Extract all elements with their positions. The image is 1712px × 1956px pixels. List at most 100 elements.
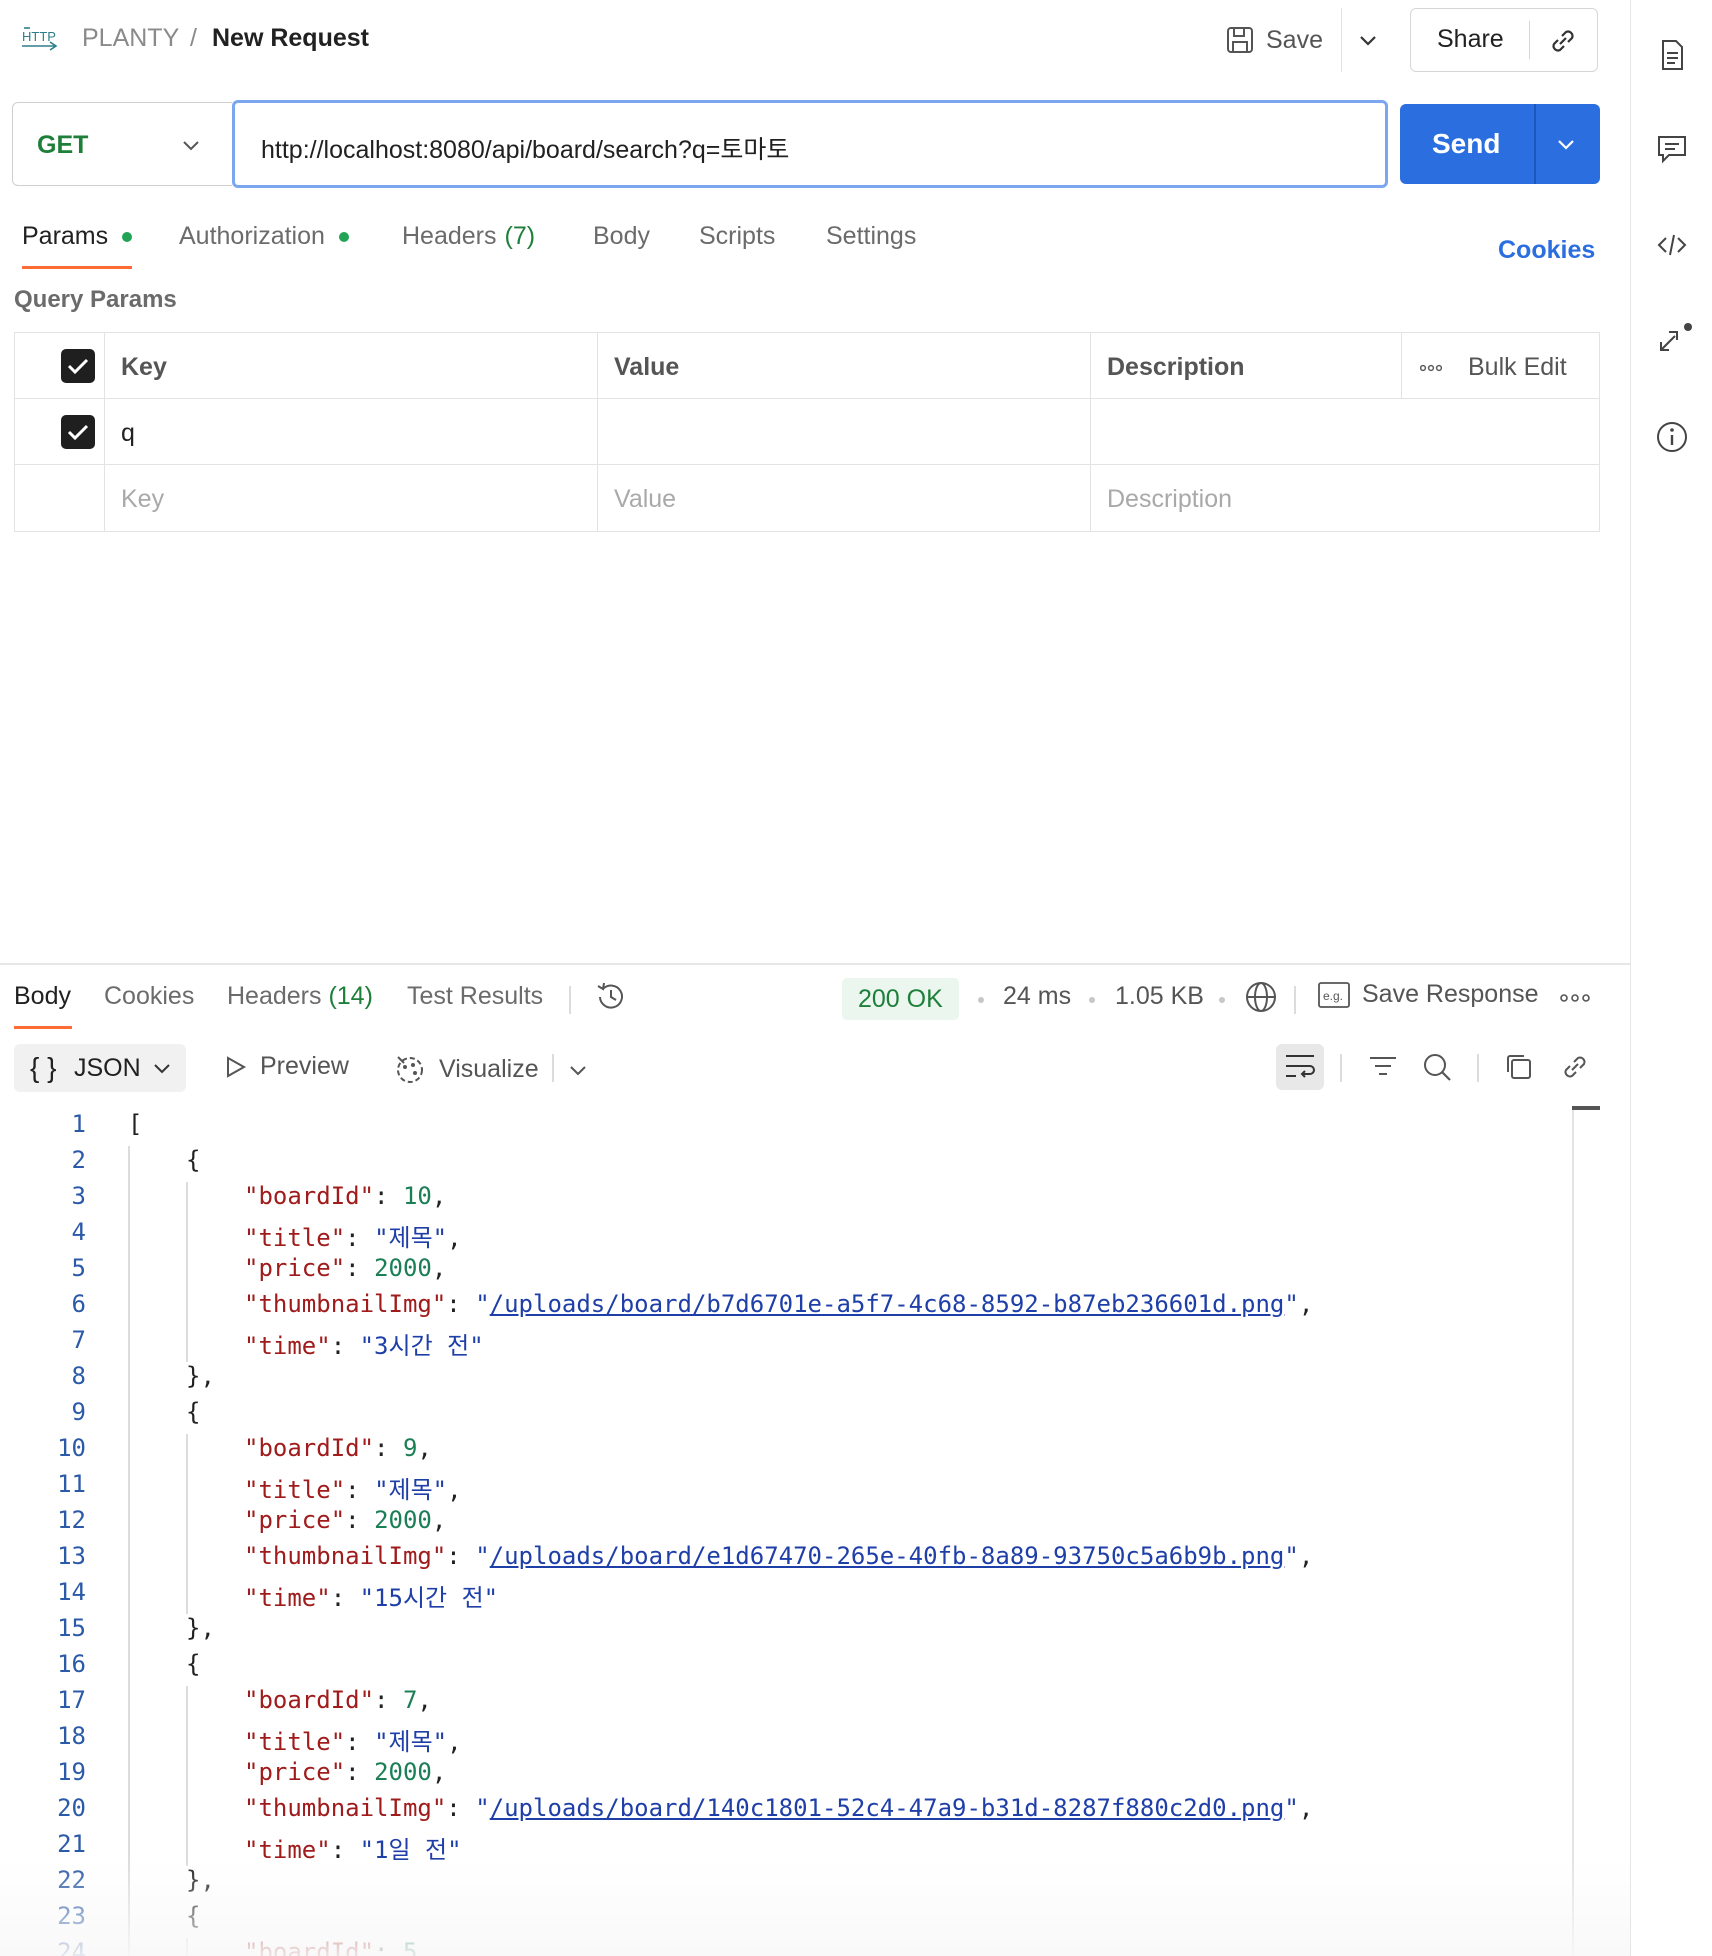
tab-headers[interactable]: Headers (7): [402, 222, 535, 251]
json-punctuation: },: [186, 1362, 215, 1390]
json-string: "제목": [374, 1224, 448, 1252]
status-badge[interactable]: 200 OK: [842, 978, 959, 1020]
param-key: q: [121, 419, 135, 447]
line-number: 17: [57, 1686, 86, 1714]
response-size[interactable]: 1.05 KB: [1115, 982, 1204, 1011]
tab-scripts-label: Scripts: [699, 222, 776, 250]
select-all-cell: [15, 333, 105, 399]
save-button[interactable]: Save: [1226, 18, 1323, 62]
json-string: "제목": [374, 1728, 448, 1756]
history-icon[interactable]: [594, 980, 628, 1014]
line-number: 13: [57, 1542, 86, 1570]
response-tab-headers[interactable]: Headers (14): [227, 982, 373, 1011]
json-link[interactable]: /uploads/board/b7d6701e-a5f7-4c68-8592-b…: [490, 1290, 1285, 1318]
documentation-icon[interactable]: [1655, 38, 1689, 72]
chevron-down-icon[interactable]: [566, 1058, 590, 1082]
visualize-button[interactable]: Visualize: [393, 1052, 539, 1086]
breadcrumb-separator: /: [190, 24, 197, 52]
json-punctuation: ,: [431, 1758, 447, 1786]
json-punctuation: ,: [417, 1938, 432, 1956]
response-tab-test-results[interactable]: Test Results: [407, 982, 543, 1011]
method-select[interactable]: GET: [12, 102, 232, 186]
chevron-down-icon[interactable]: [1554, 132, 1578, 156]
json-punctuation: ,: [431, 1254, 447, 1282]
code-snippet-icon[interactable]: [1655, 228, 1689, 262]
tab-params-label: Params: [22, 222, 109, 250]
send-button[interactable]: Send: [1400, 104, 1600, 184]
param-description-cell[interactable]: [1091, 399, 1599, 465]
json-punctuation: :: [446, 1794, 476, 1822]
code-text: "thumbnailImg": "/uploads/board/b7d6701e…: [244, 1290, 1313, 1318]
bulk-edit-button[interactable]: Bulk Edit: [1420, 353, 1567, 382]
tab-body[interactable]: Body: [593, 222, 650, 251]
cookies-link[interactable]: Cookies: [1498, 236, 1595, 265]
tab-settings[interactable]: Settings: [826, 222, 916, 251]
wrap-lines-button[interactable]: [1276, 1044, 1324, 1090]
response-body-viewer[interactable]: 1[2{3 "boardId": 10, 4 "title": "제목", 5 "pric…: [0, 1108, 1572, 1956]
json-link[interactable]: /uploads/board/140c1801-52c4-47a9-b31d-8…: [490, 1794, 1285, 1822]
json-punctuation: :: [345, 1758, 375, 1786]
json-punctuation: [: [128, 1110, 143, 1138]
response-toolbar: { } JSON Preview Visualize: [0, 1044, 1620, 1094]
breadcrumb-project[interactable]: PLANTY: [82, 24, 179, 53]
info-icon[interactable]: [1655, 420, 1689, 454]
response-tab-cookies[interactable]: Cookies: [104, 982, 194, 1011]
share-button[interactable]: Share: [1410, 8, 1598, 72]
param-enabled-checkbox[interactable]: [61, 415, 95, 449]
request-name[interactable]: New Request: [212, 24, 369, 53]
code-text: {: [186, 1650, 200, 1678]
copy-icon[interactable]: [1502, 1050, 1536, 1084]
braces-icon: { }: [30, 1052, 57, 1083]
code-text: "boardId": 10,: [244, 1182, 446, 1210]
response-tab-body[interactable]: Body: [14, 982, 71, 1011]
tab-params[interactable]: Params: [22, 222, 133, 251]
tab-scripts[interactable]: Scripts: [699, 222, 775, 251]
search-icon[interactable]: [1420, 1050, 1454, 1084]
select-all-checkbox[interactable]: [61, 349, 95, 383]
line-number: 4: [71, 1218, 86, 1246]
send-divider: [1534, 104, 1536, 184]
code-line: 22},: [0, 1866, 1572, 1902]
json-punctuation: :: [345, 1506, 375, 1534]
more-options-icon[interactable]: [1560, 992, 1590, 1004]
tab-body-label: Body: [593, 222, 650, 250]
active-tab-indicator: [14, 1026, 72, 1029]
line-number: 15: [57, 1614, 86, 1642]
format-select[interactable]: { } JSON: [14, 1044, 186, 1092]
save-response-button[interactable]: e.g. Save Response: [1318, 980, 1539, 1009]
description-header-label: Description: [1107, 353, 1245, 381]
copy-link-icon[interactable]: [1547, 25, 1579, 57]
json-string: "15시간 전": [359, 1584, 499, 1612]
scrollbar-thumb[interactable]: [1572, 1106, 1600, 1110]
query-params-title: Query Params: [14, 286, 177, 313]
indent-guide: [186, 1182, 188, 1362]
related-collections-icon[interactable]: [1655, 322, 1695, 356]
code-text: "boardId": 7,: [244, 1686, 432, 1714]
link-icon[interactable]: [1558, 1050, 1592, 1084]
response-time[interactable]: 24 ms: [1003, 982, 1071, 1011]
separator: [552, 1054, 554, 1082]
new-key-input[interactable]: Key: [105, 465, 598, 531]
globe-icon[interactable]: [1244, 980, 1278, 1014]
json-punctuation: ,: [431, 1182, 447, 1210]
param-key-cell[interactable]: q: [105, 399, 598, 465]
param-value-cell[interactable]: [598, 399, 1091, 465]
tab-authorization[interactable]: Authorization: [179, 222, 349, 251]
scrollbar-track[interactable]: [1572, 1108, 1574, 1956]
url-input[interactable]: http://localhost:8080/api/board/search?q…: [232, 100, 1388, 188]
response-divider[interactable]: [0, 963, 1630, 965]
json-punctuation: :: [345, 1224, 375, 1252]
new-description-input[interactable]: Description: [1091, 465, 1599, 531]
filter-icon[interactable]: [1366, 1050, 1400, 1084]
save-response-label: Save Response: [1362, 980, 1539, 1008]
code-line: 11 "title": "제목",: [0, 1470, 1572, 1506]
comments-icon[interactable]: [1655, 132, 1689, 166]
json-key: "price": [244, 1506, 346, 1534]
http-request-icon: HTTP: [22, 27, 58, 51]
json-key: "title": [244, 1728, 346, 1756]
json-link[interactable]: /uploads/board/e1d67470-265e-40fb-8a89-9…: [490, 1542, 1285, 1570]
preview-button[interactable]: Preview: [222, 1052, 349, 1081]
new-value-input[interactable]: Value: [598, 465, 1091, 531]
chevron-down-icon[interactable]: [1356, 26, 1380, 54]
json-punctuation: :: [374, 1182, 403, 1210]
